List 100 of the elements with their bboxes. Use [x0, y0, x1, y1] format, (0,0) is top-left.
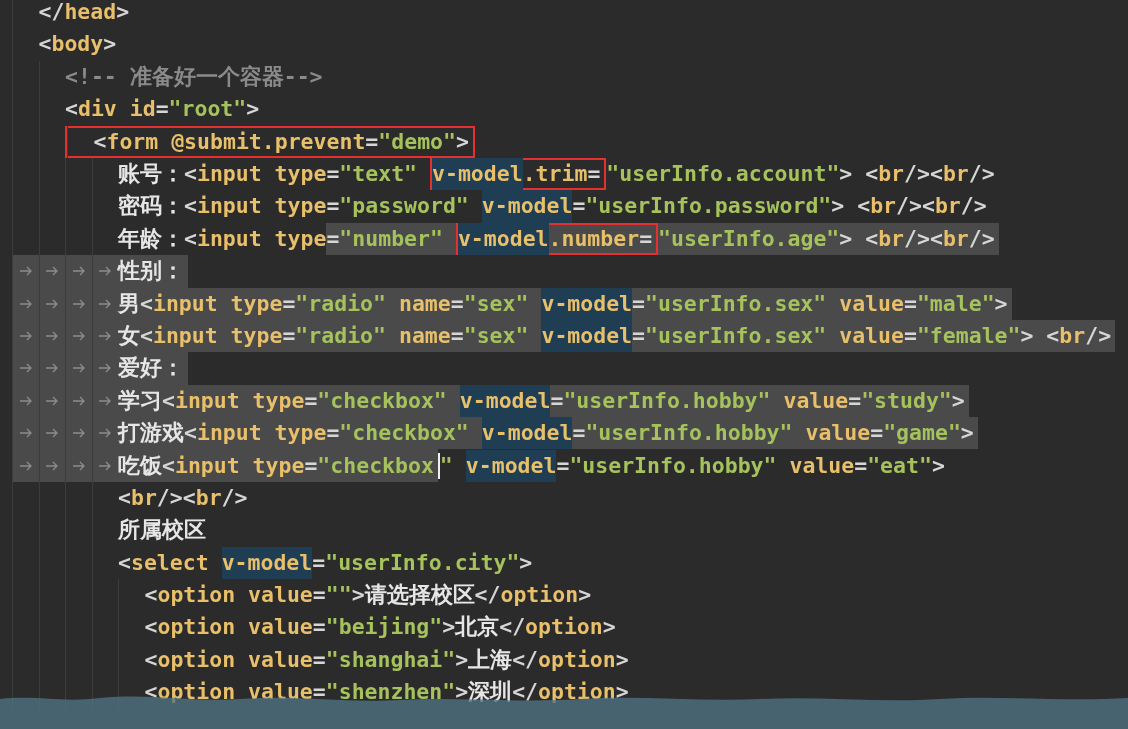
code-string: "userInfo.sex"	[645, 321, 827, 350]
code-punctuation: =	[639, 224, 653, 253]
code-punctuation: <	[140, 289, 153, 318]
code-keyword: name	[398, 289, 451, 318]
code-punctuation: />	[1085, 321, 1112, 350]
code-string: "female"	[916, 321, 1021, 350]
code-punctuation: >	[602, 613, 616, 642]
code-punctuation: />	[960, 192, 987, 221]
code-keyword: br	[1059, 321, 1086, 350]
code-string: ""	[325, 581, 352, 610]
code-punctuation: <	[162, 451, 175, 480]
code-text: 上海	[468, 645, 513, 674]
code-punctuation: =	[312, 548, 326, 577]
code-punctuation: =	[312, 678, 326, 707]
code-punctuation: <	[144, 678, 158, 707]
code-punctuation: </	[499, 613, 526, 642]
code-punctuation: >	[951, 386, 965, 415]
code-string: "number"	[339, 224, 443, 253]
code-highlight: v-model	[221, 546, 313, 579]
code-highlight: v-model	[541, 319, 633, 353]
code-string: "checkbox"	[339, 419, 469, 448]
tab-arrow-icon	[18, 331, 33, 342]
code-text: 学习	[118, 386, 162, 415]
tab-arrow-icon	[45, 363, 60, 374]
code-keyword: value	[839, 289, 904, 318]
code-punctuation: </	[512, 678, 539, 707]
code-keyword: br	[878, 160, 905, 188]
code-punctuation: =	[304, 386, 318, 415]
code-punctuation: >	[615, 678, 629, 707]
code-punctuation: =	[155, 95, 169, 124]
tab-arrow-icon	[71, 428, 86, 439]
code-text: 账号：	[118, 160, 184, 188]
code-text: 请选择校区	[364, 581, 475, 610]
code-string: "shenzhen"	[325, 678, 456, 707]
code-string: "password"	[339, 192, 469, 221]
code-highlight: v-model	[541, 287, 633, 320]
code-punctuation: =	[870, 419, 884, 448]
code-keyword: value	[783, 386, 849, 415]
code-keyword: option value	[157, 678, 313, 707]
code-keyword: br	[942, 160, 969, 188]
code-punctuation: =	[326, 419, 340, 448]
code-punctuation: =	[572, 419, 586, 448]
code-string: "text"	[339, 160, 418, 188]
code-keyword: input type	[196, 160, 327, 188]
code-keyword: br	[942, 224, 969, 253]
code-punctuation: <	[144, 645, 158, 674]
code-punctuation: =	[450, 321, 464, 350]
code-punctuation: =	[326, 160, 340, 188]
code-punctuation: =	[572, 192, 586, 221]
code-punctuation: />	[968, 160, 995, 188]
code-punctuation: >	[960, 419, 974, 448]
tab-arrow-icon	[18, 460, 33, 471]
code-keyword: form @submit.prevent	[106, 127, 366, 156]
code-highlight: v-model	[457, 222, 549, 256]
code-punctuation: =	[282, 289, 296, 318]
code-string: "userInfo.account"	[606, 160, 840, 188]
code-punctuation: =	[326, 192, 340, 221]
code-punctuation: =	[282, 321, 296, 350]
code-keyword: .trim	[522, 160, 588, 188]
tab-arrow-icon	[18, 395, 33, 406]
code-keyword: input type	[196, 419, 327, 448]
code-string: "checkbox	[317, 451, 434, 480]
tab-arrow-icon	[71, 266, 86, 277]
tab-arrow-icon	[71, 298, 86, 309]
code-punctuation: <	[144, 613, 158, 642]
code-punctuation: <	[184, 192, 197, 221]
tab-arrow-icon	[18, 428, 33, 439]
code-text: 男	[118, 289, 140, 318]
code-keyword: .number	[548, 224, 640, 253]
code-punctuation: />	[221, 483, 248, 512]
code-punctuation: =	[587, 160, 601, 188]
code-string: "root"	[168, 95, 247, 124]
code-punctuation: =	[312, 645, 326, 674]
code-punctuation: /><	[904, 160, 943, 188]
code-string: "shanghai"	[325, 645, 456, 674]
code-highlight: v-model	[432, 158, 523, 191]
code-keyword: value	[839, 321, 904, 350]
code-string: "eat"	[867, 451, 932, 480]
tab-arrow-icon	[71, 395, 86, 406]
code-text: 女	[118, 321, 140, 350]
code-string: "demo"	[378, 127, 456, 156]
tab-arrow-icon	[98, 428, 113, 439]
code-punctuation: />	[968, 224, 995, 253]
code-punctuation: > <	[831, 192, 871, 221]
code-string: "userInfo.age"	[658, 224, 840, 253]
code-keyword: input type	[196, 192, 327, 221]
code-punctuation: =	[632, 289, 645, 318]
code-punctuation: >	[519, 548, 533, 577]
code-punctuation: =	[312, 581, 326, 610]
code-punctuation: =	[550, 386, 564, 415]
code-string: "male"	[916, 289, 995, 318]
code-highlight: v-model	[459, 384, 551, 417]
code-punctuation: =	[304, 451, 318, 480]
code-punctuation: <	[184, 224, 197, 253]
code-punctuation: >	[455, 645, 469, 674]
code-punctuation: <	[184, 419, 197, 448]
code-keyword: option value	[157, 645, 313, 674]
code-keyword: input type	[152, 321, 283, 350]
code-punctuation: >	[442, 613, 456, 642]
code-string: "userInfo.city"	[325, 548, 520, 577]
